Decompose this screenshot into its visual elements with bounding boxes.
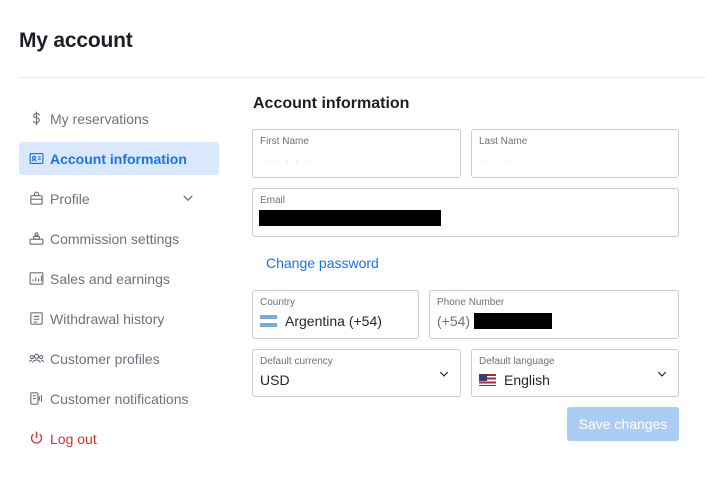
sidebar-item-sales-and-earnings[interactable]: Sales and earnings	[19, 262, 219, 295]
wallet-icon	[27, 310, 45, 328]
argentina-flag-icon	[260, 315, 277, 327]
last-name-label: Last Name	[479, 136, 528, 147]
chart-icon	[27, 270, 45, 288]
country-select[interactable]: Country Argentina (+54)	[252, 290, 419, 339]
sidebar-item-label: Account information	[50, 150, 187, 167]
first-name-field[interactable]: First Name ·····	[252, 129, 461, 178]
bell-icon	[27, 390, 45, 408]
save-changes-button[interactable]: Save changes	[567, 407, 679, 441]
logout-label: Log out	[50, 430, 97, 447]
currency-select[interactable]: Default currency USD	[252, 349, 461, 397]
id-card-icon	[27, 150, 45, 168]
phone-label: Phone Number	[437, 297, 505, 308]
currency-label: Default currency	[260, 356, 333, 367]
sidebar-item-profile[interactable]: Profile	[19, 182, 219, 215]
sidebar-item-commission-settings[interactable]: Commission settings	[19, 222, 219, 255]
phone-value-redacted	[474, 313, 553, 329]
currency-value: USD	[260, 372, 290, 388]
sidebar-item-customer-notifications[interactable]: Customer notifications	[19, 382, 219, 415]
sidebar: My reservations Account information Prof…	[19, 102, 219, 462]
sidebar-item-label: Commission settings	[50, 230, 180, 247]
page-title: My account	[19, 29, 133, 52]
sidebar-item-my-reservations[interactable]: My reservations	[19, 102, 219, 135]
commission-icon	[27, 230, 45, 248]
chevron-down-icon[interactable]	[181, 191, 195, 205]
sidebar-item-label: Sales and earnings	[50, 270, 170, 287]
last-name-field[interactable]: Last Name ···	[471, 129, 679, 178]
chevron-down-icon	[658, 371, 666, 377]
sidebar-item-label: Customer notifications	[50, 390, 189, 407]
first-name-value-masked: ·····	[265, 154, 315, 168]
language-label: Default language	[479, 356, 555, 367]
sidebar-item-label: My reservations	[50, 110, 149, 127]
email-label: Email	[260, 195, 286, 206]
country-label: Country	[260, 297, 296, 308]
email-field[interactable]: Email	[252, 188, 679, 237]
sidebar-item-label: Profile	[50, 190, 90, 207]
chevron-down-icon	[440, 371, 448, 377]
sidebar-item-withdrawal-history[interactable]: Withdrawal history	[19, 302, 219, 335]
sidebar-item-customer-profiles[interactable]: Customer profiles	[19, 342, 219, 375]
section-title: Account information	[253, 95, 410, 112]
phone-prefix: (+54)	[437, 313, 471, 329]
us-flag-icon	[479, 374, 496, 386]
header-divider	[19, 77, 705, 78]
change-password-link[interactable]: Change password	[266, 255, 379, 271]
country-value: Argentina (+54)	[285, 313, 382, 329]
power-icon	[27, 430, 45, 448]
first-name-label: First Name	[260, 136, 309, 147]
language-value: English	[504, 372, 550, 388]
sidebar-item-label: Withdrawal history	[50, 310, 165, 327]
sidebar-item-label: Customer profiles	[50, 350, 160, 367]
last-name-value-masked: ···	[484, 154, 514, 168]
email-value-redacted	[259, 210, 441, 226]
sidebar-item-account-information[interactable]: Account information	[19, 142, 219, 175]
bag-icon	[27, 190, 45, 208]
language-select[interactable]: Default language English	[471, 349, 679, 397]
phone-field[interactable]: Phone Number (+54)	[429, 290, 679, 339]
dollar-icon	[27, 110, 45, 128]
logout-button[interactable]: Log out	[19, 422, 219, 455]
users-icon	[27, 350, 45, 368]
